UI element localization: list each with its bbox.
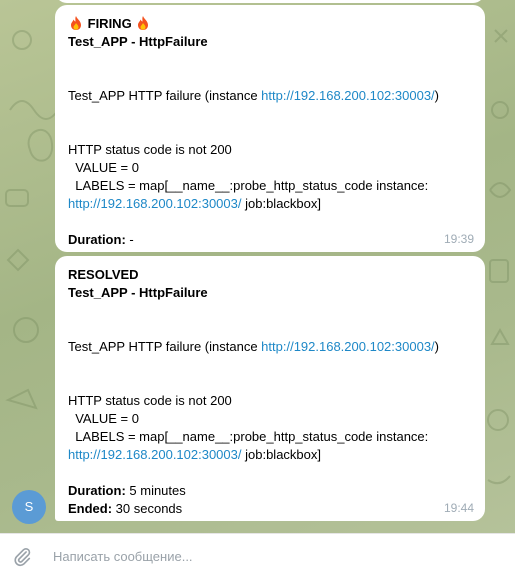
duration-label: Duration:: [68, 483, 126, 498]
instance-link[interactable]: http://192.168.200.102:30003/: [261, 88, 435, 103]
message-bubble-firing[interactable]: FIRING Test_APP - HttpFailure Test_APP H…: [55, 5, 485, 252]
value-line: VALUE = 0: [68, 411, 139, 426]
summary-suffix: ): [434, 88, 440, 103]
alert-summary: Test_APP HTTP failure (instance http://1…: [68, 87, 471, 105]
fire-icon: [135, 15, 151, 31]
duration-label: Duration:: [68, 232, 126, 247]
status-text: FIRING: [87, 16, 132, 31]
ended-label: Ended:: [68, 501, 113, 516]
labels-line: LABELS = map[__name__:probe_http_status_…: [68, 429, 429, 444]
duration-line: Duration: -: [68, 231, 471, 249]
duration-value: -: [125, 232, 134, 247]
message-status-line: FIRING: [68, 15, 471, 33]
message-input[interactable]: Написать сообщение...: [53, 549, 193, 564]
message-time: 19:39: [443, 232, 474, 246]
duration-value: 5 minutes: [125, 483, 186, 498]
message-bubble-resolved[interactable]: RESOLVED Test_APP - HttpFailure Test_APP…: [55, 256, 485, 521]
message-status-line: RESOLVED: [68, 267, 139, 282]
labels-suffix: job:blackbox]: [241, 447, 321, 462]
fire-icon: [68, 15, 84, 31]
duration-line: Duration: 5 minutes: [68, 482, 471, 500]
ended-line: Ended: 30 seconds: [68, 500, 471, 518]
labels-line: LABELS = map[__name__:probe_http_status_…: [68, 178, 429, 193]
previous-message-bubble: [55, 0, 485, 3]
instance-link[interactable]: http://192.168.200.102:30003/: [261, 339, 435, 354]
labels-instance-link[interactable]: http://192.168.200.102:30003/: [68, 196, 242, 211]
summary-prefix: Test_APP HTTP failure (instance: [68, 88, 262, 103]
summary-prefix: Test_APP HTTP failure (instance: [68, 339, 262, 354]
labels-continuation: http://192.168.200.102:30003/ job:blackb…: [68, 446, 471, 464]
message-time: 19:44: [443, 501, 474, 515]
status-code-line: HTTP status code is not 200: [68, 142, 232, 157]
alert-title: Test_APP - HttpFailure: [68, 34, 208, 49]
paperclip-icon[interactable]: [11, 546, 33, 568]
labels-instance-link[interactable]: http://192.168.200.102:30003/: [68, 447, 242, 462]
status-code-line: HTTP status code is not 200: [68, 393, 232, 408]
chat-background: FIRING Test_APP - HttpFailure Test_APP H…: [0, 0, 515, 533]
labels-suffix: job:blackbox]: [241, 196, 321, 211]
alert-summary: Test_APP HTTP failure (instance http://1…: [68, 338, 471, 356]
alert-title: Test_APP - HttpFailure: [68, 285, 208, 300]
labels-continuation: http://192.168.200.102:30003/ job:blackb…: [68, 195, 471, 213]
message-composer: Написать сообщение...: [0, 533, 515, 581]
ended-value: 30 seconds: [112, 501, 183, 516]
summary-suffix: ): [434, 339, 440, 354]
sender-avatar[interactable]: S: [12, 490, 46, 524]
value-line: VALUE = 0: [68, 160, 139, 175]
